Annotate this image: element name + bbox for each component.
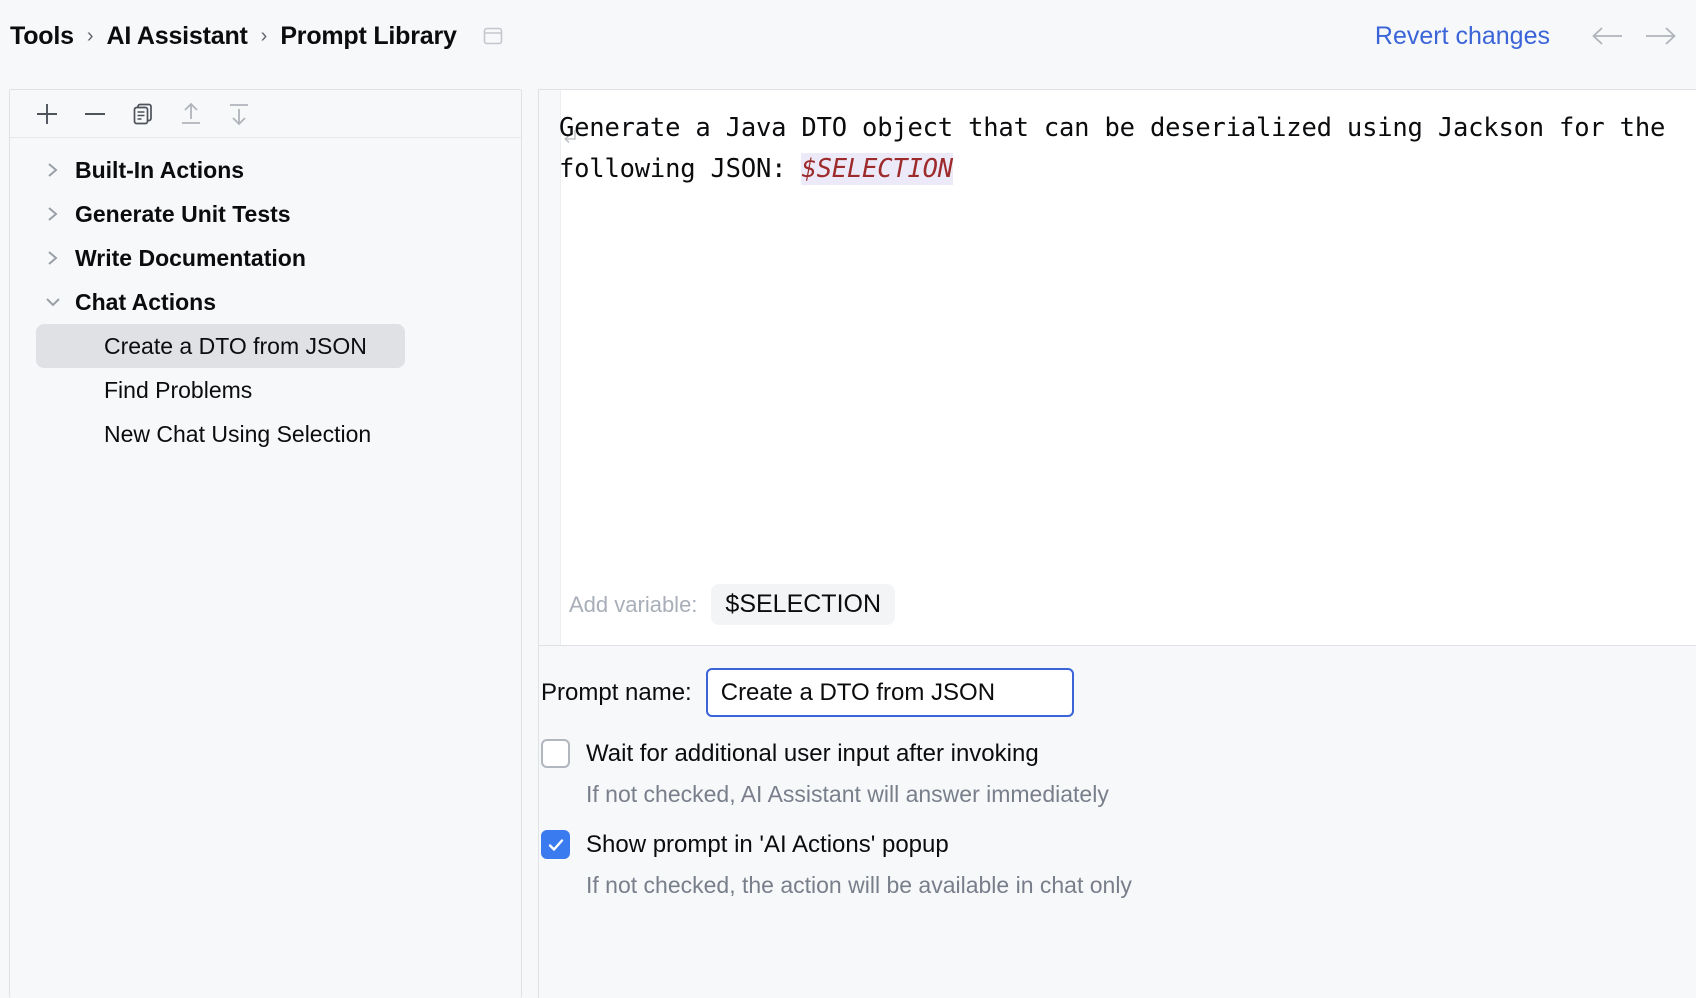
prompt-library-settings-page: Tools › AI Assistant › Prompt Library Re… xyxy=(0,0,1696,998)
arrow-right-icon[interactable] xyxy=(1634,9,1688,63)
header-actions: Revert changes xyxy=(1375,0,1688,72)
breadcrumb-separator: › xyxy=(74,25,107,48)
breadcrumb-item-prompt-library[interactable]: Prompt Library xyxy=(280,22,456,51)
breadcrumb: Tools › AI Assistant › Prompt Library xyxy=(0,22,503,51)
add-variable-label: Add variable: xyxy=(569,592,697,618)
tree-item-find-problems[interactable]: Find Problems xyxy=(36,368,405,412)
editor-gutter xyxy=(539,90,561,645)
prompt-settings-form: Prompt name: Wait for additional user in… xyxy=(538,646,1696,998)
prompt-text-body: Generate a Java DTO object that can be d… xyxy=(559,113,1680,184)
tree-item-label: New Chat Using Selection xyxy=(104,421,371,448)
export-arrow-down-icon[interactable] xyxy=(215,92,263,136)
prompt-tree-toolbar xyxy=(10,90,521,138)
prompt-tree-panel: Built-In Actions Generate Unit Tests Wri… xyxy=(9,89,522,998)
header-bar: Tools › AI Assistant › Prompt Library Re… xyxy=(0,0,1696,72)
prompt-editor-card: Generate a Java DTO object that can be d… xyxy=(538,89,1696,646)
show-in-ai-actions-hint: If not checked, the action will be avail… xyxy=(539,872,1696,899)
wait-for-input-label: Wait for additional user input after inv… xyxy=(586,740,1039,768)
prompt-variable-token[interactable]: $SELECTION xyxy=(801,153,953,185)
import-arrow-up-icon[interactable] xyxy=(167,92,215,136)
breadcrumb-separator: › xyxy=(248,25,281,48)
tree-group-label: Chat Actions xyxy=(66,289,216,316)
chevron-down-icon[interactable] xyxy=(40,294,66,310)
prompt-name-label: Prompt name: xyxy=(541,679,692,707)
show-in-ai-actions-checkbox[interactable] xyxy=(541,830,570,859)
tree-group-generate-unit-tests[interactable]: Generate Unit Tests xyxy=(10,192,521,236)
checkmark-icon xyxy=(546,835,566,855)
tree-group-built-in-actions[interactable]: Built-In Actions xyxy=(10,148,521,192)
prompt-tree: Built-In Actions Generate Unit Tests Wri… xyxy=(10,138,521,456)
add-variable-row: Add variable: $SELECTION xyxy=(539,584,1696,625)
remove-prompt-button[interactable] xyxy=(71,92,119,136)
breadcrumb-item-ai-assistant[interactable]: AI Assistant xyxy=(106,22,247,51)
wait-for-input-checkbox[interactable] xyxy=(541,739,570,768)
add-prompt-button[interactable] xyxy=(23,92,71,136)
tree-item-new-chat-using-selection[interactable]: New Chat Using Selection xyxy=(36,412,405,456)
window-pane-icon xyxy=(483,27,503,45)
tree-group-label: Write Documentation xyxy=(66,245,306,272)
wait-for-input-hint: If not checked, AI Assistant will answer… xyxy=(539,781,1696,808)
show-in-ai-actions-label: Show prompt in 'AI Actions' popup xyxy=(586,831,949,859)
tree-item-label: Create a DTO from JSON xyxy=(104,333,367,360)
prompt-text-editor[interactable]: Generate a Java DTO object that can be d… xyxy=(559,108,1696,190)
chevron-right-icon[interactable] xyxy=(40,161,66,179)
copy-icon[interactable] xyxy=(119,92,167,136)
show-in-ai-actions-option-row[interactable]: Show prompt in 'AI Actions' popup xyxy=(539,830,1696,859)
prompt-name-row: Prompt name: xyxy=(539,646,1696,717)
add-variable-selection-chip[interactable]: $SELECTION xyxy=(711,584,895,625)
tree-item-create-a-dto-from-json[interactable]: Create a DTO from JSON xyxy=(36,324,405,368)
arrow-left-icon[interactable] xyxy=(1580,9,1634,63)
tree-group-label: Built-In Actions xyxy=(66,157,244,184)
tree-group-chat-actions[interactable]: Chat Actions xyxy=(10,280,521,324)
revert-changes-link[interactable]: Revert changes xyxy=(1375,22,1580,51)
chevron-right-icon[interactable] xyxy=(40,205,66,223)
wait-for-input-option-row[interactable]: Wait for additional user input after inv… xyxy=(539,739,1696,768)
tree-item-label: Find Problems xyxy=(104,377,252,404)
prompt-name-input[interactable] xyxy=(706,668,1074,717)
tree-group-label: Generate Unit Tests xyxy=(66,201,291,228)
chevron-right-icon[interactable] xyxy=(40,249,66,267)
tree-group-write-documentation[interactable]: Write Documentation xyxy=(10,236,521,280)
breadcrumb-item-tools[interactable]: Tools xyxy=(10,22,74,51)
